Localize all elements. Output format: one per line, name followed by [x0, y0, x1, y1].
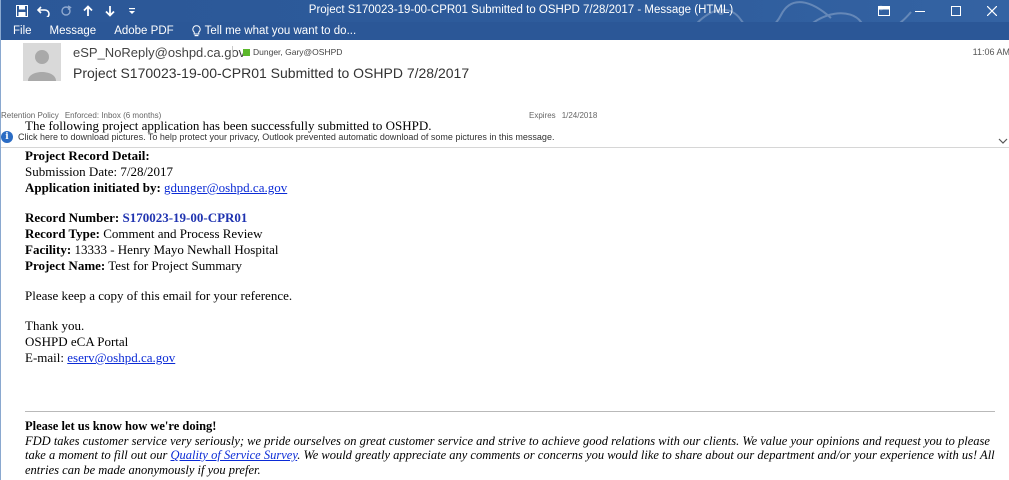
down-arrow-icon[interactable] [101, 2, 119, 20]
ribbon-tab-bar: File Message Adobe PDF Tell me what you … [1, 22, 1009, 40]
email-label: E-mail: [25, 350, 64, 365]
tab-adobe-pdf[interactable]: Adobe PDF [114, 25, 173, 37]
message-body: The following project application has be… [25, 118, 1005, 366]
lightbulb-icon [192, 25, 201, 37]
minimize-icon[interactable] [902, 0, 938, 22]
customize-icon[interactable] [123, 2, 141, 20]
initiator-email-link[interactable]: gdunger@oshpd.ca.gov [164, 180, 287, 195]
undo-icon[interactable] [35, 2, 53, 20]
survey-link[interactable]: Quality of Service Survey [170, 448, 297, 462]
up-arrow-icon[interactable] [79, 2, 97, 20]
presence-indicator-icon [243, 49, 250, 56]
window-controls [866, 0, 1009, 22]
person-silhouette-icon [23, 43, 61, 81]
quick-access-toolbar [13, 2, 141, 20]
submission-date: Submission Date: 7/28/2017 [25, 164, 174, 179]
project-name-label: Project Name: [25, 258, 106, 273]
keep-copy-text: Please keep a copy of this email for you… [25, 288, 293, 303]
record-type-label: Record Type: [25, 226, 100, 241]
email-message-window: Project S170023-19-00-CPR01 Submitted to… [0, 0, 1009, 480]
feedback-heading: Please let us know how we're doing! [25, 419, 217, 433]
sender-address[interactable]: eSP_NoReply@oshpd.ca.gov [73, 45, 245, 60]
tab-message[interactable]: Message [50, 25, 97, 37]
project-name: Test for Project Summary [108, 258, 243, 273]
record-type: Comment and Process Review [103, 226, 263, 241]
ribbon-tabs: File Message Adobe PDF Tell me what you … [13, 23, 356, 39]
header-divider [232, 46, 233, 57]
record-number: S170023-19-00-CPR01 [122, 210, 248, 225]
received-time: 11:06 AM [972, 47, 1009, 57]
portal-name: OSHPD eCA Portal [25, 334, 129, 349]
feedback-section: Please let us know how we're doing! FDD … [25, 419, 1000, 477]
facility-label: Facility: [25, 242, 72, 257]
close-icon[interactable] [974, 0, 1009, 22]
window-title: Project S170023-19-00-CPR01 Submitted to… [308, 4, 734, 16]
initiated-label: Application initiated by: [25, 180, 161, 195]
thanks-text: Thank you. [25, 318, 85, 333]
support-email-link[interactable]: eserv@oshpd.ca.gov [67, 350, 175, 365]
save-icon[interactable] [13, 2, 31, 20]
tell-me-text: Tell me what you want to do... [204, 25, 357, 37]
tell-me-search[interactable]: Tell me what you want to do... [192, 25, 357, 37]
ribbon-display-icon[interactable] [866, 0, 902, 22]
recipient-name[interactable]: Dunger, Gary@OSHPD [253, 47, 342, 57]
redo-icon[interactable] [57, 2, 75, 20]
facility: 13333 - Henry Mayo Newhall Hospital [74, 242, 279, 257]
record-detail-heading: Project Record Detail: [25, 148, 150, 163]
avatar[interactable] [23, 43, 61, 81]
info-icon: i [1, 131, 13, 143]
intro-text: The following project application has be… [25, 118, 432, 133]
maximize-icon[interactable] [938, 0, 974, 22]
title-bar: Project S170023-19-00-CPR01 Submitted to… [1, 0, 1009, 35]
tab-file[interactable]: File [13, 25, 32, 37]
record-number-label: Record Number: [25, 210, 120, 225]
message-subject: Project S170023-19-00-CPR01 Submitted to… [73, 65, 470, 81]
feedback-divider [25, 411, 995, 412]
